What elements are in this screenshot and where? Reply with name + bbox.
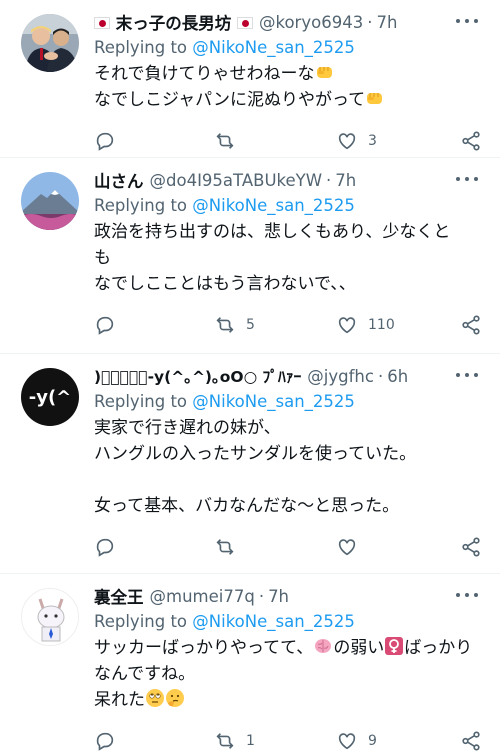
- tweet[interactable]: 山さん @do4I95aTABUkeYW · 7h Replying to @N…: [0, 158, 500, 354]
- avatar[interactable]: -y(^: [21, 368, 79, 426]
- thinking-face-emoji-icon: [166, 689, 184, 707]
- share-button[interactable]: [460, 314, 482, 336]
- reply-button[interactable]: [94, 130, 126, 152]
- retweet-icon: [216, 733, 234, 749]
- tweet-actions: 5 110: [94, 303, 482, 347]
- heart-icon: [338, 733, 356, 750]
- retweet-button[interactable]: 5: [214, 314, 255, 336]
- reply-icon: [96, 132, 114, 151]
- brain-emoji-icon: [315, 639, 332, 653]
- share-icon: [462, 537, 480, 557]
- like-button[interactable]: 110: [336, 314, 395, 336]
- retweet-icon: [216, 539, 234, 555]
- heart-icon: [338, 539, 356, 556]
- separator: ·: [326, 170, 332, 190]
- reply-feed: 末っ子の長男坊 @koryo6943 · 7h Replying to @Nik…: [0, 0, 500, 756]
- replying-to-link[interactable]: @NikoNe_san_2525: [192, 392, 355, 411]
- fist-emoji-icon: [367, 93, 383, 104]
- share-button[interactable]: [460, 536, 482, 558]
- tweet-header: )ﾟﾟﾟﾟﾟ-y(^｡^)｡oO○ ﾌﾟﾊｧｰ @jygfhc · 6h: [94, 364, 482, 388]
- user-handle[interactable]: @mumei77q: [150, 587, 255, 606]
- replying-to: Replying to @NikoNe_san_2525: [94, 196, 355, 215]
- replying-to: Replying to @NikoNe_san_2525: [94, 38, 355, 57]
- replying-to-link[interactable]: @NikoNe_san_2525: [192, 612, 355, 631]
- user-handle[interactable]: @do4I95aTABUkeYW: [150, 171, 323, 190]
- jp-flag-icon: [94, 17, 110, 29]
- jp-flag-icon: [237, 17, 253, 29]
- replying-to: Replying to @NikoNe_san_2525: [94, 612, 355, 631]
- tweet-actions: [94, 525, 482, 569]
- separator: ·: [377, 366, 384, 386]
- tweet[interactable]: 裏全王 @mumei77q · 7h Replying to @NikoNe_s…: [0, 574, 500, 756]
- replying-to-link[interactable]: @NikoNe_san_2525: [192, 196, 355, 215]
- share-icon: [462, 131, 480, 151]
- tweet-text: それで負けてりゃせわねーな なでしこジャパンに泥ぬりやがって: [94, 61, 482, 113]
- reply-button[interactable]: [94, 536, 126, 558]
- timestamp[interactable]: 7h: [268, 587, 289, 606]
- tweet-header: 山さん @do4I95aTABUkeYW · 7h: [94, 168, 482, 192]
- eye-roll-face-emoji-icon: [146, 689, 164, 707]
- tweet-text: サッカーばっかりやってて、 の弱い ばっかり なんですね。 呆れた: [94, 637, 473, 710]
- separator: ·: [258, 586, 265, 606]
- tweet-actions: 3: [94, 119, 482, 163]
- reply-icon: [96, 316, 114, 335]
- tweet-text: 政治を持ち出すのは、悲しくもあり、少なくと も なでしこことはもう言わないで、、: [94, 222, 451, 294]
- display-name[interactable]: )ﾟﾟﾟﾟﾟ-y(^｡^)｡oO○ ﾌﾟﾊｧｰ: [94, 365, 301, 387]
- timestamp[interactable]: 7h: [335, 171, 356, 190]
- timestamp[interactable]: 6h: [387, 367, 408, 386]
- retweet-button[interactable]: 1: [214, 730, 255, 752]
- replying-to-link[interactable]: @NikoNe_san_2525: [192, 38, 355, 57]
- heart-icon: [338, 133, 356, 150]
- display-name[interactable]: 裏全王: [94, 584, 144, 608]
- heart-icon: [338, 317, 356, 334]
- tweet[interactable]: 末っ子の長男坊 @koryo6943 · 7h Replying to @Nik…: [0, 0, 500, 158]
- fist-emoji-icon: [316, 67, 332, 78]
- retweet-icon: [216, 133, 234, 149]
- display-name[interactable]: 山さん: [94, 168, 144, 192]
- user-handle[interactable]: @koryo6943: [259, 13, 363, 32]
- tweet[interactable]: -y(^ )ﾟﾟﾟﾟﾟ-y(^｡^)｡oO○ ﾌﾟﾊｧｰ @jygfhc · 6…: [0, 354, 500, 574]
- like-button[interactable]: 3: [336, 130, 377, 152]
- more-options-icon[interactable]: [456, 172, 478, 186]
- like-button[interactable]: [336, 536, 368, 558]
- avatar[interactable]: [21, 14, 79, 72]
- share-icon: [462, 315, 480, 335]
- avatar-text: -y(^: [28, 386, 72, 408]
- cartoon-character-avatar-icon: [22, 589, 78, 645]
- mountain-avatar-icon: [21, 172, 79, 230]
- reply-button[interactable]: [94, 730, 126, 752]
- tweet-header: 末っ子の長男坊 @koryo6943 · 7h: [94, 10, 482, 34]
- retweet-button[interactable]: [214, 536, 246, 558]
- reply-icon: [96, 732, 114, 751]
- separator: ·: [367, 12, 373, 32]
- tweet-text: 実家で行き遅れの妹が、 ハングルの入ったサンダルを使っていた。 女って基本、バカ…: [94, 415, 482, 519]
- more-options-icon[interactable]: [456, 368, 478, 382]
- replying-to: Replying to @NikoNe_san_2525: [94, 392, 355, 411]
- timestamp[interactable]: 7h: [376, 13, 397, 32]
- user-handle[interactable]: @jygfhc: [307, 367, 374, 386]
- retweet-icon: [216, 317, 234, 333]
- more-options-icon[interactable]: [456, 14, 478, 28]
- tweet-actions: 1 9: [94, 719, 482, 756]
- reply-icon: [96, 538, 114, 557]
- reply-button[interactable]: [94, 314, 126, 336]
- like-button[interactable]: 9: [336, 730, 377, 752]
- retweet-button[interactable]: [214, 130, 246, 152]
- tweet-header: 裏全王 @mumei77q · 7h: [94, 584, 482, 608]
- display-name[interactable]: 末っ子の長男坊: [94, 10, 253, 34]
- avatar[interactable]: [21, 172, 79, 230]
- share-icon: [462, 731, 480, 751]
- more-options-icon[interactable]: [456, 588, 478, 602]
- share-button[interactable]: [460, 730, 482, 752]
- photo-avatar-icon: [21, 14, 79, 72]
- avatar[interactable]: [21, 588, 79, 646]
- female-sign-emoji-icon: [385, 637, 404, 655]
- share-button[interactable]: [460, 130, 482, 152]
